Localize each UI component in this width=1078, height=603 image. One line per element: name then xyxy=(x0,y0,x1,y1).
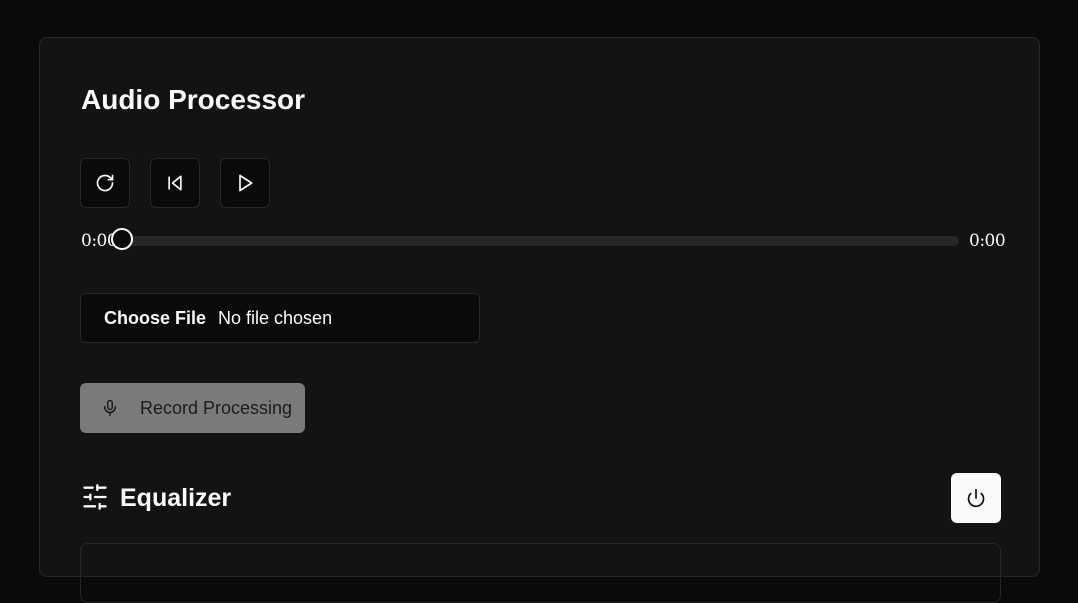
file-status: No file chosen xyxy=(218,307,333,328)
equalizer-title: Equalizer xyxy=(120,484,232,512)
audio-processor-card: Audio Processor 0:00 0:00 Choose File No… xyxy=(39,37,1040,603)
duration-time: 0:00 xyxy=(969,231,1006,251)
record-processing-label: Record Processing xyxy=(140,397,293,418)
equalizer-power-button[interactable] xyxy=(951,473,1001,523)
skip-back-icon xyxy=(168,175,182,191)
power-icon xyxy=(967,488,985,508)
sliders-horizontal-icon xyxy=(83,484,107,510)
skip-back-button[interactable] xyxy=(150,158,200,208)
reset-button[interactable] xyxy=(80,158,130,208)
microphone-icon xyxy=(104,399,116,417)
play-button[interactable] xyxy=(220,158,270,208)
record-processing-button[interactable]: Record Processing xyxy=(80,383,305,433)
file-input[interactable]: Choose File No file chosen xyxy=(80,293,480,343)
play-icon xyxy=(239,174,253,192)
rotate-cw-icon xyxy=(96,174,114,192)
equalizer-panel xyxy=(80,543,1001,603)
page-title: Audio Processor xyxy=(81,84,306,115)
seek-track[interactable] xyxy=(122,236,959,246)
choose-file-button[interactable]: Choose File xyxy=(104,308,206,329)
seek-thumb[interactable] xyxy=(111,228,133,250)
